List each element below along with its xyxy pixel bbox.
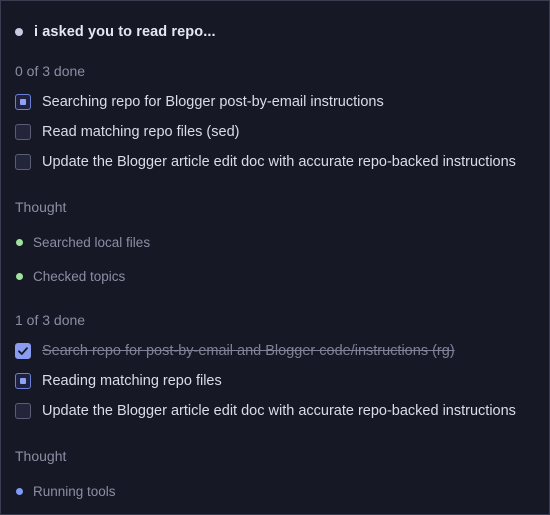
thought-label: Thought: [15, 448, 67, 464]
thought-step-text: Checked topics: [33, 268, 126, 284]
task-label: Read matching repo files (sed): [42, 124, 240, 140]
chat-panel: i asked you to read repo... 0 of 3 done …: [0, 0, 550, 515]
in-progress-checkbox-icon[interactable]: [15, 94, 31, 110]
thought-step: Searched local files: [15, 233, 150, 251]
task-label: Searching repo for Blogger post-by-email…: [42, 94, 384, 110]
task-label: Update the Blogger article edit doc with…: [42, 403, 516, 419]
task-label: Search repo for post-by-email and Blogge…: [42, 343, 455, 359]
checked-checkbox-icon[interactable]: [15, 343, 31, 359]
thought-step-text: Running tools: [33, 483, 116, 499]
complete-dot-icon: [16, 272, 23, 280]
task-item[interactable]: Update the Blogger article edit doc with…: [15, 401, 516, 421]
complete-dot-icon: [16, 238, 23, 246]
thought-step-text: Searched local files: [33, 234, 151, 250]
status-dot-icon: [15, 28, 23, 36]
empty-checkbox-icon[interactable]: [15, 124, 31, 140]
task-item[interactable]: Read matching repo files (sed): [15, 122, 239, 142]
in-progress-checkbox-icon[interactable]: [15, 373, 31, 389]
task-item[interactable]: Reading matching repo files: [15, 371, 222, 391]
conversation-title: i asked you to read repo...: [34, 24, 216, 40]
conversation-header[interactable]: i asked you to read repo...: [15, 22, 216, 42]
task-label: Reading matching repo files: [42, 373, 222, 389]
thought-step: Running tools: [15, 482, 116, 500]
thought-step: Checked topics: [15, 267, 125, 285]
task-item[interactable]: Update the Blogger article edit doc with…: [15, 152, 516, 172]
task-item[interactable]: Search repo for post-by-email and Blogge…: [15, 341, 455, 361]
task-label: Update the Blogger article edit doc with…: [42, 154, 516, 170]
empty-checkbox-icon[interactable]: [15, 403, 31, 419]
running-dot-icon: [16, 487, 23, 495]
thought-label: Thought: [15, 199, 67, 215]
task-progress-label: 0 of 3 done: [15, 63, 86, 79]
checkmark-icon: [18, 347, 28, 355]
task-item[interactable]: Searching repo for Blogger post-by-email…: [15, 92, 384, 112]
empty-checkbox-icon[interactable]: [15, 154, 31, 170]
task-progress-label: 1 of 3 done: [15, 312, 86, 328]
